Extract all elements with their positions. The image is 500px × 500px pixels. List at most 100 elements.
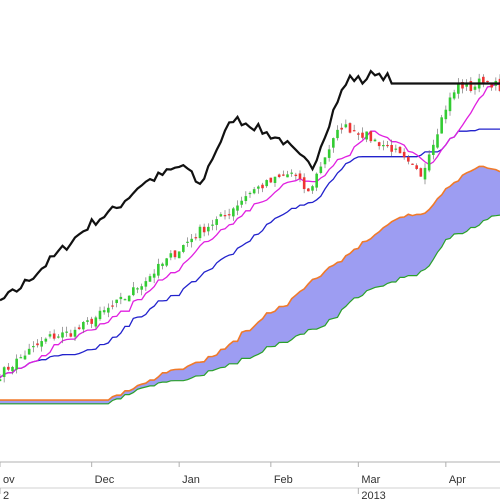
candle-body (473, 86, 477, 90)
candle-body (57, 336, 60, 338)
candle-body (52, 333, 56, 339)
candle-body (32, 346, 35, 348)
candle-body (123, 299, 127, 301)
candle-body (332, 138, 335, 148)
month-tick-label: Feb (274, 474, 293, 486)
candle-body (407, 157, 410, 162)
month-tick-label: Jan (182, 474, 200, 486)
candle-body (361, 132, 364, 138)
candle (419, 167, 423, 177)
candle-body (390, 144, 393, 152)
candle-body (132, 287, 135, 296)
candle-body (298, 173, 302, 179)
candle-body (394, 148, 398, 150)
candle-body (207, 226, 210, 232)
candle-body (136, 288, 139, 290)
candle-body (111, 305, 114, 307)
candle-body (482, 76, 485, 83)
candle-body (177, 251, 181, 259)
candle-body (165, 258, 168, 266)
candle-body (27, 348, 31, 355)
candle-body (23, 355, 27, 360)
year-tick-label: 2013 (361, 490, 385, 500)
candle-body (327, 149, 331, 158)
candle-body (198, 226, 202, 239)
candle-body (402, 151, 406, 158)
candle-body (48, 334, 52, 337)
candle-body (419, 168, 423, 177)
candle-body (386, 144, 389, 147)
candle-body (102, 310, 106, 313)
candle-body (336, 129, 339, 139)
candle-body (219, 214, 223, 217)
candle-body (73, 329, 77, 337)
candle-body (186, 241, 189, 243)
candle-body (357, 133, 360, 135)
candle-body (323, 157, 327, 165)
candle-body (436, 134, 439, 148)
candle-body (411, 163, 414, 165)
month-tick-label: Apr (449, 474, 466, 486)
candle-body (448, 97, 452, 112)
candle-body (286, 174, 289, 178)
candle-body (269, 177, 273, 183)
candle-body (457, 83, 460, 94)
candle (269, 177, 273, 184)
candle-body (161, 263, 164, 267)
candle-body (115, 299, 118, 304)
candle (369, 130, 373, 143)
candle-body (440, 117, 443, 134)
candle (177, 251, 181, 259)
candle-body (236, 205, 239, 211)
candle-body (86, 320, 89, 322)
candle-body (427, 154, 431, 171)
candle-body (348, 123, 352, 133)
candle-body (452, 92, 456, 99)
axis-background (0, 458, 500, 500)
candle-body (232, 208, 235, 217)
candle (127, 295, 131, 302)
candle-body (290, 172, 293, 174)
candle-body (319, 166, 323, 173)
candle-body (444, 109, 448, 120)
candle-body (373, 139, 377, 142)
candle-body (40, 341, 43, 347)
candle-body (340, 127, 343, 130)
candle-body (140, 286, 143, 290)
candle (348, 122, 352, 134)
candle-body (98, 310, 102, 320)
ichimoku-chart: ov Dec Jan Feb Mar Apr 2 2013 (0, 0, 500, 500)
candle-body (398, 146, 402, 154)
candle-body (415, 165, 418, 169)
candle-body (2, 367, 6, 377)
candle-body (190, 238, 193, 243)
candle-body (273, 176, 277, 183)
candle-body (148, 276, 152, 282)
time-axis: ov Dec Jan Feb Mar Apr 2 2013 (0, 458, 500, 500)
candle-body (248, 192, 252, 195)
candle (398, 145, 402, 154)
candle-body (377, 142, 381, 147)
candle-body (61, 332, 64, 338)
candle-body (432, 144, 435, 155)
candle-body (302, 177, 306, 190)
candle-body (352, 130, 356, 132)
candle-body (119, 296, 123, 300)
candle-body (169, 253, 173, 258)
candle-body (65, 331, 68, 333)
candle-body (0, 379, 2, 382)
candle-body (69, 333, 73, 337)
candle-body (223, 215, 227, 217)
candle-body (82, 322, 85, 330)
candle-body (365, 131, 368, 140)
candle-body (240, 200, 243, 205)
candle-body (423, 167, 427, 180)
candle-body (277, 174, 281, 177)
candle-body (182, 244, 185, 252)
candle-body (257, 186, 260, 189)
candle-body (77, 327, 81, 330)
candle-body (369, 131, 373, 142)
month-tick-label: Dec (95, 474, 115, 486)
candle-body (36, 343, 39, 346)
candle-body (215, 219, 218, 225)
